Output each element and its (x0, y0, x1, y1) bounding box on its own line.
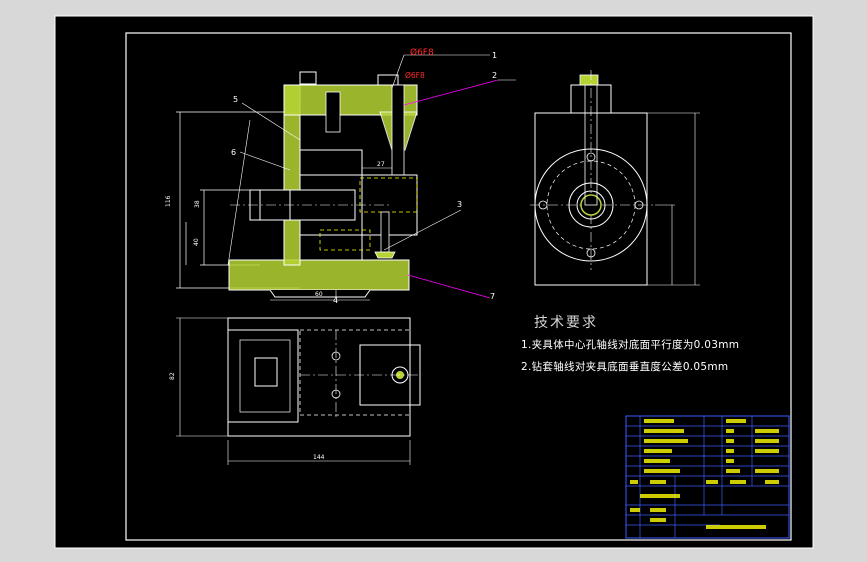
cad-drawing-svg: Ø6F8 Ø6F8 1 2 3 4 5 6 7 116 38 40 27 60 (54, 15, 814, 549)
tolerance-label-2: Ø6F8 (405, 71, 425, 80)
dim-116: 116 (165, 195, 172, 207)
dim-38: 38 (194, 200, 201, 208)
callout-1: 1 (492, 51, 497, 60)
callout-4: 4 (333, 296, 338, 305)
cad-screen: Ø6F8 Ø6F8 1 2 3 4 5 6 7 116 38 40 27 60 (0, 0, 867, 562)
dim-60: 60 (315, 291, 323, 298)
technical-requirement-2: 2.钻套轴线对夹具底面垂直度公差0.05mm (521, 361, 729, 373)
callout-6: 6 (231, 148, 236, 157)
dim-144: 144 (313, 454, 325, 461)
callout-7: 7 (490, 292, 495, 301)
technical-requirements-title: 技术要求 (534, 315, 598, 331)
dim-27: 27 (377, 161, 385, 168)
callout-2: 2 (492, 71, 497, 80)
callout-5: 5 (233, 95, 238, 104)
tolerance-label-1: Ø6F8 (410, 47, 434, 58)
title-block (625, 415, 790, 539)
technical-requirement-1: 1.夹具体中心孔轴线对底面平行度为0.03mm (521, 339, 740, 351)
dim-40: 40 (193, 238, 200, 246)
dim-82: 82 (169, 372, 176, 380)
callout-3: 3 (457, 200, 462, 209)
